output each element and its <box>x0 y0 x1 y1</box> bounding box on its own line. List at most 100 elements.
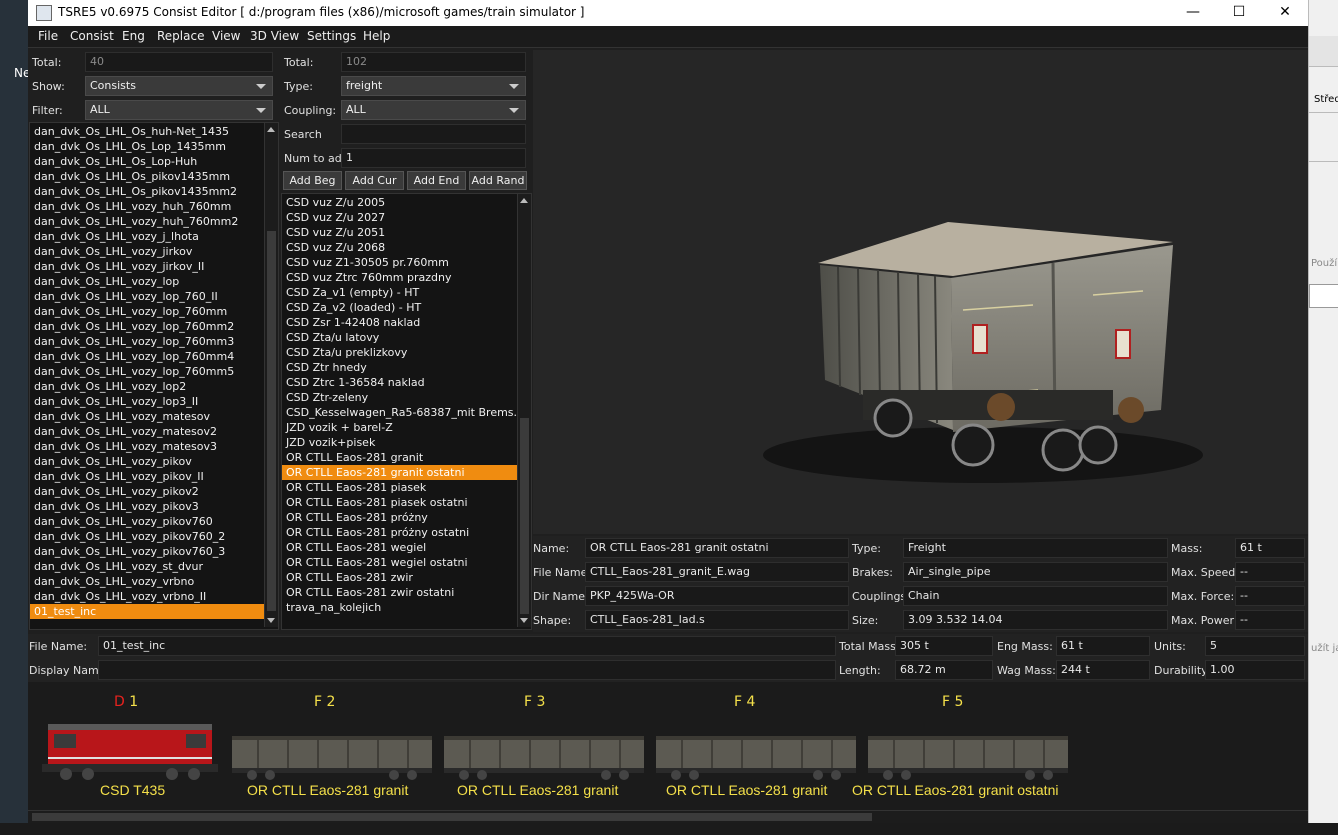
list-item[interactable]: OR CTLL Eaos-281 wegiel ostatni <box>282 555 531 570</box>
list-item[interactable]: dan_dvk_Os_LHL_Os_Lop_1435mm <box>30 139 278 154</box>
menu-3d-view[interactable]: 3D View <box>250 29 299 43</box>
scroll-up-icon[interactable] <box>520 198 528 203</box>
num-to-add-input[interactable]: 1 <box>341 148 526 168</box>
wagon-list-scrollbar[interactable] <box>517 194 531 627</box>
list-item[interactable]: dan_dvk_Os_LHL_vozy_jirkov_II <box>30 259 278 274</box>
scroll-up-icon[interactable] <box>267 127 275 132</box>
list-item[interactable]: CSD Zsr 1-42408 naklad <box>282 315 531 330</box>
list-item[interactable]: dan_dvk_Os_LHL_vozy_lop_760mm2 <box>30 319 278 334</box>
list-item[interactable]: CSD Zta/u preklizkovy <box>282 345 531 360</box>
list-item[interactable]: 01_test_inc <box>30 604 278 619</box>
list-item[interactable]: OR CTLL Eaos-281 próżny <box>282 510 531 525</box>
list-item[interactable]: dan_dvk_Os_LHL_vozy_pikov760 <box>30 514 278 529</box>
filter-dropdown[interactable]: ALL <box>85 100 273 120</box>
list-item[interactable]: dan_dvk_Os_LHL_vozy_lop_760mm4 <box>30 349 278 364</box>
list-item[interactable]: dan_dvk_Os_LHL_vozy_pikov2 <box>30 484 278 499</box>
list-item[interactable]: dan_dvk_Os_LHL_vozy_pikov <box>30 454 278 469</box>
menu-consist[interactable]: Consist <box>70 29 114 43</box>
list-item[interactable]: CSD Za_v2 (loaded) - HT <box>282 300 531 315</box>
consist-strip-scrollbar[interactable] <box>28 810 1308 823</box>
menu-settings[interactable]: Settings <box>307 29 356 43</box>
list-item[interactable]: dan_dvk_Os_LHL_Os_pikov1435mm2 <box>30 184 278 199</box>
display-name-input[interactable] <box>98 660 836 680</box>
show-dropdown[interactable]: Consists <box>85 76 273 96</box>
list-item[interactable]: dan_dvk_Os_LHL_vozy_jirkov <box>30 244 278 259</box>
minimize-button[interactable]: — <box>1170 0 1216 26</box>
scroll-thumb[interactable] <box>267 231 276 611</box>
list-item[interactable]: JZD vozik+pisek <box>282 435 531 450</box>
list-item[interactable]: OR CTLL Eaos-281 granit <box>282 450 531 465</box>
list-item[interactable]: dan_dvk_Os_LHL_Os_Lop-Huh <box>30 154 278 169</box>
scroll-thumb[interactable] <box>32 813 872 821</box>
scroll-down-icon[interactable] <box>267 618 275 623</box>
list-item[interactable]: dan_dvk_Os_LHL_vozy_lop_760mm3 <box>30 334 278 349</box>
list-item[interactable]: dan_dvk_Os_LHL_vozy_lop_760mm <box>30 304 278 319</box>
coupling-dropdown[interactable]: ALL <box>341 100 526 120</box>
list-item[interactable]: CSD vuz Z/u 2051 <box>282 225 531 240</box>
list-item[interactable]: dan_dvk_Os_LHL_vozy_j_lhota <box>30 229 278 244</box>
list-item[interactable]: dan_dvk_Os_LHL_vozy_matesov2 <box>30 424 278 439</box>
consist-vehicle-4[interactable]: F 4 OR CTLL Eaos-281 granit <box>652 682 860 810</box>
list-item[interactable]: OR CTLL Eaos-281 piasek ostatni <box>282 495 531 510</box>
consist-vehicle-5[interactable]: F 5 OR CTLL Eaos-281 granit ostatni <box>852 682 1084 810</box>
list-item[interactable]: OR CTLL Eaos-281 próżny ostatni <box>282 525 531 540</box>
maximize-button[interactable]: ☐ <box>1216 0 1262 26</box>
consist-file-input[interactable]: 01_test_inc <box>98 636 836 656</box>
list-item[interactable]: JZD vozik + barel-Z <box>282 420 531 435</box>
type-dropdown[interactable]: freight <box>341 76 526 96</box>
list-item[interactable]: CSD Ztrc 1-36584 naklad <box>282 375 531 390</box>
list-item[interactable]: CSD Za_v1 (empty) - HT <box>282 285 531 300</box>
list-item[interactable]: dan_dvk_Os_LHL_vozy_pikov3 <box>30 499 278 514</box>
add-cur-button[interactable]: Add Cur <box>345 171 404 190</box>
list-item[interactable]: dan_dvk_Os_LHL_vozy_vrbno_II <box>30 589 278 604</box>
list-item[interactable]: trava_na_kolejich <box>282 600 531 615</box>
consist-vehicle-1[interactable]: D 1 CSD T435 <box>36 682 220 810</box>
menu-eng[interactable]: Eng <box>122 29 145 43</box>
list-item[interactable]: OR CTLL Eaos-281 zwir <box>282 570 531 585</box>
list-item[interactable]: dan_dvk_Os_LHL_vozy_lop_760_II <box>30 289 278 304</box>
menu-help[interactable]: Help <box>363 29 390 43</box>
list-item[interactable]: CSD Zta/u latovy <box>282 330 531 345</box>
list-item[interactable]: dan_dvk_Os_LHL_Os_huh-Net_1435 <box>30 124 278 139</box>
list-item[interactable]: dan_dvk_Os_LHL_vozy_lop <box>30 274 278 289</box>
list-item[interactable]: dan_dvk_Os_LHL_Os_pikov1435mm <box>30 169 278 184</box>
list-item[interactable]: dan_dvk_Os_LHL_vozy_lop3_II <box>30 394 278 409</box>
list-item[interactable]: OR CTLL Eaos-281 piasek <box>282 480 531 495</box>
scroll-down-icon[interactable] <box>520 618 528 623</box>
list-item[interactable]: CSD Ztr-zeleny <box>282 390 531 405</box>
list-item[interactable]: dan_dvk_Os_LHL_vozy_matesov <box>30 409 278 424</box>
list-item[interactable]: dan_dvk_Os_LHL_vozy_st_dvur <box>30 559 278 574</box>
list-item[interactable]: OR CTLL Eaos-281 zwir ostatni <box>282 585 531 600</box>
3d-preview[interactable] <box>533 50 1308 534</box>
list-item[interactable]: OR CTLL Eaos-281 granit ostatni <box>282 465 531 480</box>
list-item[interactable]: dan_dvk_Os_LHL_vozy_pikov760_3 <box>30 544 278 559</box>
list-item[interactable]: dan_dvk_Os_LHL_vozy_huh_760mm2 <box>30 214 278 229</box>
list-item[interactable]: dan_dvk_Os_LHL_vozy_lop_760mm5 <box>30 364 278 379</box>
list-item[interactable]: CSD vuz Z1-30505 pr.760mm <box>282 255 531 270</box>
list-item[interactable]: CSD vuz Z/u 2068 <box>282 240 531 255</box>
list-item[interactable]: dan_dvk_Os_LHL_vozy_huh_760mm <box>30 199 278 214</box>
list-item[interactable]: CSD vuz Z/u 2005 <box>282 195 531 210</box>
add-rand-button[interactable]: Add Rand <box>469 171 527 190</box>
consist-vehicle-2[interactable]: F 2 OR CTLL Eaos-281 granit <box>228 682 436 810</box>
add-end-button[interactable]: Add End <box>407 171 466 190</box>
list-item[interactable]: dan_dvk_Os_LHL_vozy_vrbno <box>30 574 278 589</box>
menu-file[interactable]: File <box>38 29 58 43</box>
search-input[interactable] <box>341 124 526 144</box>
scroll-thumb[interactable] <box>520 418 529 614</box>
list-item[interactable]: CSD vuz Ztrc 760mm prazdny <box>282 270 531 285</box>
list-item[interactable]: dan_dvk_Os_LHL_vozy_pikov_II <box>30 469 278 484</box>
list-item[interactable]: dan_dvk_Os_LHL_vozy_matesov3 <box>30 439 278 454</box>
list-item[interactable]: OR CTLL Eaos-281 wegiel <box>282 540 531 555</box>
list-item[interactable]: dan_dvk_Os_LHL_vozy_pikov760_2 <box>30 529 278 544</box>
consist-vehicle-3[interactable]: F 3 OR CTLL Eaos-281 granit <box>440 682 648 810</box>
list-item[interactable]: CSD vuz Z/u 2027 <box>282 210 531 225</box>
add-beg-button[interactable]: Add Beg <box>283 171 342 190</box>
list-item[interactable]: dan_dvk_Os_LHL_vozy_lop2 <box>30 379 278 394</box>
menu-replace[interactable]: Replace <box>157 29 204 43</box>
list-item[interactable]: CSD Ztr hnedy <box>282 360 531 375</box>
list-item[interactable]: CSD_Kesselwagen_Ra5-68387_mit Brems... <box>282 405 531 420</box>
menu-view[interactable]: View <box>212 29 240 43</box>
close-button[interactable]: ✕ <box>1262 0 1308 26</box>
consist-list-scrollbar[interactable] <box>264 123 278 627</box>
